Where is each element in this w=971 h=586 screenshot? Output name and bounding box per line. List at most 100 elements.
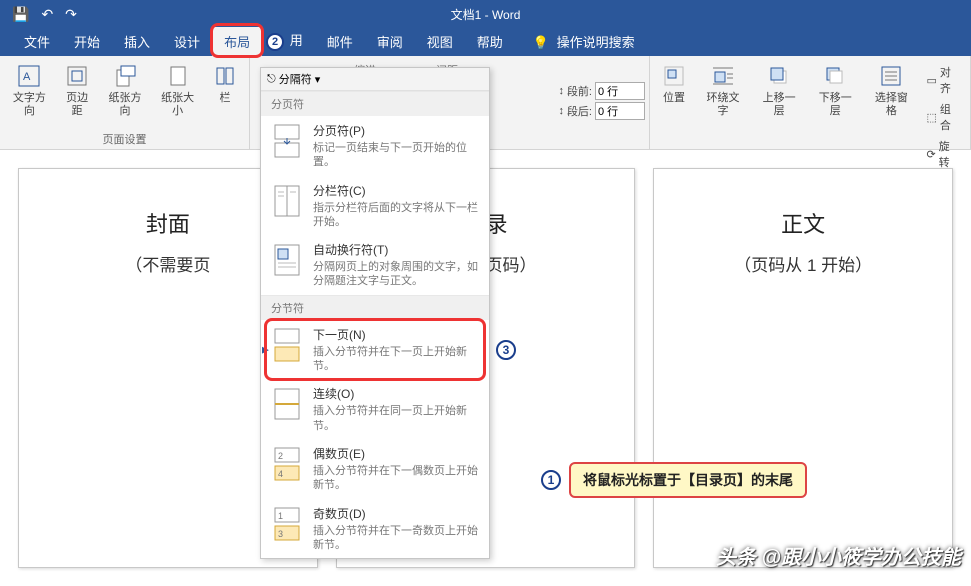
group-arrange: 位置 环绕文字 上移一层 下移一层 选择窗格 ▭对齐 ⬚组合 ⟳旋转 (650, 56, 971, 149)
tab-file[interactable]: 文件 (12, 27, 62, 56)
next-page-break-icon (271, 326, 303, 364)
break-page[interactable]: 分页符(P) 标记一页结束与下一页开始的位置。 (261, 116, 489, 176)
size-icon (164, 62, 192, 90)
wrap-button[interactable]: 环绕文字 (696, 58, 750, 122)
tell-me-label: 操作说明搜索 (557, 35, 635, 50)
page-body-title: 正文 (674, 207, 932, 239)
send-backward-icon (821, 62, 849, 90)
page-cover-title: 封面 (39, 207, 297, 239)
tab-layout[interactable]: 布局 (212, 27, 262, 56)
tab-review[interactable]: 审阅 (365, 27, 415, 56)
break-next-page-title: 下一页(N) (313, 326, 479, 343)
spacing-after[interactable]: ↕ 段后: (558, 102, 645, 120)
send-backward-button[interactable]: 下移一层 (808, 58, 862, 122)
svg-text:3: 3 (278, 529, 283, 539)
badge-2: 2 (266, 33, 284, 51)
rotate-label: 旋转 (939, 138, 960, 170)
size-button[interactable]: 纸张大小 (152, 58, 203, 122)
orientation-label: 纸张方向 (106, 92, 145, 118)
tab-insert[interactable]: 插入 (112, 27, 162, 56)
break-text-wrap[interactable]: 自动换行符(T) 分隔网页上的对象周围的文字，如分隔题注文字与正文。 (261, 235, 489, 295)
break-odd-page[interactable]: 13 奇数页(D)插入分节符并在下一奇数页上开始新节。 (261, 499, 489, 559)
break-continuous-desc: 插入分节符并在同一页上开始新节。 (313, 404, 479, 433)
rotate-icon: ⟳ (926, 148, 935, 161)
page-body-sub: （页码从 1 开始） (674, 251, 932, 276)
spacing-before[interactable]: ↕ 段前: (558, 82, 645, 100)
break-next-page[interactable]: ▶ 下一页(N) 插入分节符并在下一页上开始新节。 (261, 320, 489, 380)
orientation-button[interactable]: 纸张方向 (100, 58, 151, 122)
break-continuous-title: 连续(O) (313, 385, 479, 402)
break-column-title: 分栏符(C) (313, 182, 479, 199)
columns-icon (211, 62, 239, 90)
break-continuous[interactable]: 连续(O) 插入分节符并在同一页上开始新节。 (261, 379, 489, 439)
text-direction-label: 文字方向 (10, 92, 49, 118)
group-button[interactable]: ⬚组合 (922, 99, 964, 135)
break-page-title: 分页符(P) (313, 122, 479, 139)
selection-pane-button[interactable]: 选择窗格 (864, 58, 918, 122)
break-even-page-title: 偶数页(E) (313, 445, 479, 462)
selection-pane-label: 选择窗格 (870, 92, 912, 118)
continuous-break-icon (271, 385, 303, 423)
break-text-wrap-desc: 分隔网页上的对象周围的文字，如分隔题注文字与正文。 (313, 260, 479, 289)
text-direction-icon: A (15, 62, 43, 90)
spacing-after-input[interactable] (595, 102, 645, 120)
break-text-wrap-title: 自动换行符(T) (313, 241, 479, 258)
tab-references[interactable]: 2 用 (262, 25, 315, 56)
tab-references-label: 用 (290, 33, 303, 48)
badge-1: 1 (541, 470, 561, 490)
selection-pane-icon (877, 62, 905, 90)
break-page-desc: 标记一页结束与下一页开始的位置。 (313, 141, 479, 170)
hover-indicator-icon: ▶ (262, 344, 269, 355)
spacing-before-icon: ↕ (558, 85, 564, 97)
redo-icon[interactable]: ↷ (65, 6, 77, 23)
send-backward-label: 下移一层 (814, 92, 856, 118)
rotate-button[interactable]: ⟳ 旋转 (922, 136, 964, 172)
margins-icon (63, 62, 91, 90)
orientation-icon (111, 62, 139, 90)
tell-me[interactable]: 💡 操作说明搜索 (521, 27, 647, 56)
save-icon[interactable]: 💾 (12, 6, 29, 23)
spacing-before-label: 段前: (567, 83, 592, 99)
size-label: 纸张大小 (158, 92, 197, 118)
columns-button[interactable]: 栏 (205, 58, 245, 109)
text-wrap-break-icon (271, 241, 303, 279)
breaks-trigger-label: 分隔符 (279, 71, 312, 87)
position-button[interactable]: 位置 (654, 58, 694, 109)
tab-help[interactable]: 帮助 (465, 27, 515, 56)
align-label: 对齐 (940, 64, 960, 96)
tab-view[interactable]: 视图 (415, 27, 465, 56)
page-body[interactable]: 正文 （页码从 1 开始） (653, 168, 953, 568)
spacing-after-icon: ↕ (558, 105, 564, 117)
bring-forward-label: 上移一层 (758, 92, 800, 118)
tab-design[interactable]: 设计 (162, 27, 212, 56)
callout-text: 将鼠标光标置于【目录页】的末尾 (569, 462, 807, 498)
margins-button[interactable]: 页边距 (57, 58, 98, 122)
odd-page-break-icon: 13 (271, 505, 303, 543)
break-odd-page-desc: 插入分节符并在下一奇数页上开始新节。 (313, 524, 479, 553)
breaks-dropdown-trigger[interactable]: ⎋ 分隔符 ▾ (261, 68, 489, 91)
tab-layout-label: 布局 (224, 35, 250, 50)
ribbon-tabs: 文件 开始 插入 设计 布局 2 用 邮件 审阅 视图 帮助 💡 操作说明搜索 (0, 28, 971, 56)
document-title: 文档1 - Word (451, 6, 521, 23)
svg-text:A: A (23, 71, 31, 83)
wrap-label: 环绕文字 (702, 92, 744, 118)
group-page-setup: A 文字方向 页边距 纸张方向 纸张大小 栏 页面设置 (0, 56, 250, 149)
align-button[interactable]: ▭对齐 (922, 62, 964, 98)
bring-forward-button[interactable]: 上移一层 (752, 58, 806, 122)
tab-home[interactable]: 开始 (62, 27, 112, 56)
columns-label: 栏 (220, 92, 231, 105)
margins-label: 页边距 (63, 92, 92, 118)
spacing-before-input[interactable] (595, 82, 645, 100)
position-icon (660, 62, 688, 90)
group-page-setup-label: 页面设置 (4, 129, 245, 149)
undo-icon[interactable]: ↶ (41, 6, 53, 23)
quick-access-toolbar: 💾 ↶ ↷ (0, 6, 77, 23)
break-even-page[interactable]: 24 偶数页(E)插入分节符并在下一偶数页上开始新节。 (261, 439, 489, 499)
break-column[interactable]: 分栏符(C)指示分栏符后面的文字将从下一栏开始。 (261, 176, 489, 236)
group-icon: ⬚ (926, 111, 936, 124)
tab-mailings[interactable]: 邮件 (315, 27, 365, 56)
page-break-icon (271, 122, 303, 160)
lightbulb-icon: 💡 (533, 35, 549, 50)
break-next-page-desc: 插入分节符并在下一页上开始新节。 (313, 345, 479, 374)
text-direction-button[interactable]: A 文字方向 (4, 58, 55, 122)
